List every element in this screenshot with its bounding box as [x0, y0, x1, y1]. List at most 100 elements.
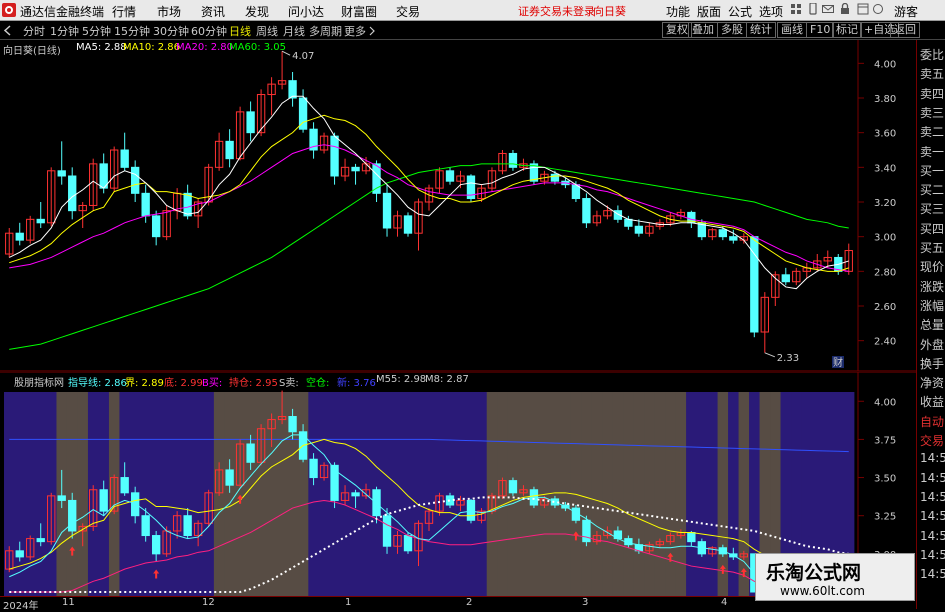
tool-xuanxiang[interactable]: 选项 [759, 3, 783, 20]
sidebar-item[interactable]: 换手 [920, 355, 945, 372]
candle-body [729, 236, 738, 241]
sidebar-item[interactable]: 卖二 [920, 123, 945, 140]
sidebar-item[interactable]: 收益 [920, 393, 945, 410]
sidebar-item[interactable]: 14:56 [920, 490, 945, 504]
bg-band [644, 392, 656, 596]
zhidao-label: 指导线: 2.86 [68, 378, 127, 389]
candle-body [68, 175, 77, 212]
bg-band [35, 392, 47, 596]
btn-diejia[interactable]: 叠加 [688, 22, 718, 38]
btn-duogu[interactable]: 多股 [717, 22, 747, 38]
sidebar-item[interactable]: 买一 [920, 162, 945, 179]
period-monthly[interactable]: 月线 [283, 23, 305, 39]
menu-faxian[interactable]: 发现 [245, 3, 269, 20]
user-label[interactable]: 游客 [894, 3, 918, 20]
y-tick-label: 3.40 [874, 163, 896, 174]
sidebar-item[interactable]: 卖四 [920, 85, 945, 102]
sidebar-item[interactable]: 现价 [920, 258, 945, 275]
sidebar-item[interactable]: 14:56 [920, 567, 945, 581]
skin-icon[interactable] [872, 3, 884, 15]
window-icon[interactable] [857, 3, 869, 15]
kongcang-label: 空仓: [306, 378, 330, 389]
grid-icon[interactable] [790, 3, 802, 15]
mail-icon[interactable] [822, 3, 834, 15]
sidebar-item[interactable]: 14:56 [920, 548, 945, 562]
candle-body [372, 163, 381, 194]
bg-band [465, 392, 477, 596]
tool-banmian[interactable]: 版面 [697, 3, 721, 20]
phone-icon[interactable] [807, 3, 819, 15]
main-candlestick-chart[interactable]: 4.00 3.80 3.60 3.40 3.20 3.00 2.80 2.60 2.40 4.07… [0, 40, 916, 372]
period-1min[interactable]: 1分钟 [50, 23, 79, 39]
sidebar-item[interactable]: 卖三 [920, 104, 945, 121]
btn-biaoji[interactable]: 标记 [832, 22, 862, 38]
candle-body [288, 80, 297, 99]
candle-body [582, 519, 591, 543]
sidebar-item[interactable]: 14:56 [920, 529, 945, 543]
menu-hangqing[interactable]: 行情 [112, 3, 136, 20]
bg-band [612, 392, 624, 596]
sidebar-item[interactable]: 委比 [920, 46, 945, 63]
bg-band [150, 392, 162, 596]
di-label: 底: 2.99 [164, 378, 203, 389]
sidebar-item[interactable]: 买四 [920, 220, 945, 237]
period-multi[interactable]: 多周期 [309, 23, 342, 39]
candle-body [508, 152, 518, 168]
period-15min[interactable]: 15分钟 [114, 23, 150, 39]
candle-body [351, 166, 360, 172]
sidebar-item[interactable]: 净资 [920, 374, 945, 391]
sidebar-item[interactable]: 自动 [920, 413, 945, 430]
menu-shichang[interactable]: 市场 [157, 3, 181, 20]
candle-body [57, 495, 66, 501]
sidebar-item[interactable]: 买五 [920, 239, 945, 256]
sidebar-item[interactable]: 总量 [920, 316, 945, 333]
btn-fanhui[interactable]: 返回 [890, 22, 920, 38]
sidebar-item[interactable]: 卖一 [920, 143, 945, 160]
ma10-label: MA10: 2.86 [123, 42, 181, 53]
menu-wenxiaoda[interactable]: 问小达 [288, 3, 324, 20]
bg-band [654, 392, 666, 596]
candle-body [309, 458, 318, 479]
btn-huaxian[interactable]: 画线 [777, 22, 807, 38]
period-60min[interactable]: 60分钟 [191, 23, 227, 39]
btn-f10[interactable]: F10 [806, 22, 835, 38]
bg-band [245, 392, 257, 596]
tool-gongneng[interactable]: 功能 [666, 3, 690, 20]
ma20-label: MA20: 2.80 [176, 42, 234, 53]
sidebar-item[interactable]: 交易 [920, 432, 945, 449]
menu-zixun[interactable]: 资讯 [201, 3, 225, 20]
sidebar-item[interactable]: 买三 [920, 200, 945, 217]
period-30min[interactable]: 30分钟 [153, 23, 189, 39]
period-more[interactable]: 更多 [344, 23, 366, 39]
period-daily[interactable]: 日线 [229, 23, 251, 39]
candle-body [372, 489, 381, 517]
candle-body [120, 149, 129, 168]
sidebar-item[interactable]: 14:56 [920, 471, 945, 485]
trade-login-warning[interactable]: 证券交易未登录 [518, 3, 595, 19]
sidebar-item[interactable]: 买二 [920, 181, 945, 198]
menu-caifuquan[interactable]: 财富圈 [341, 3, 377, 20]
back-arrow-icon[interactable] [3, 25, 13, 36]
sidebar-item[interactable]: 卖五 [920, 65, 945, 82]
lock-icon[interactable] [839, 3, 851, 15]
x-label: 1 [345, 597, 352, 608]
sidebar-item[interactable]: 涨跌 [920, 278, 945, 295]
x-label: 4 [721, 597, 728, 608]
chevron-right-icon[interactable] [369, 26, 376, 36]
period-weekly[interactable]: 周线 [256, 23, 278, 39]
sidebar-item[interactable]: 外盘 [920, 336, 945, 353]
bg-band [728, 392, 739, 596]
sidebar-item[interactable]: 14:56 [920, 509, 945, 523]
period-5min[interactable]: 5分钟 [82, 23, 111, 39]
candle-body [781, 274, 790, 283]
btn-tongji[interactable]: 统计 [746, 22, 776, 38]
sidebar-item[interactable]: 涨幅 [920, 297, 945, 314]
candle-body [15, 550, 24, 558]
bg-band [255, 392, 267, 596]
period-fenshi[interactable]: 分时 [23, 23, 45, 39]
menu-jiaoyi[interactable]: 交易 [396, 3, 420, 20]
sidebar-item[interactable]: 14:56 [920, 451, 945, 465]
tool-gongshi[interactable]: 公式 [728, 3, 752, 20]
bg-band [455, 392, 467, 596]
bg-band [423, 392, 435, 596]
